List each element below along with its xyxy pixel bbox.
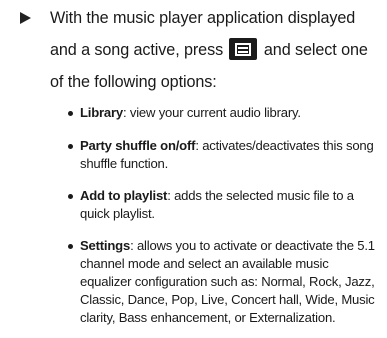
step-arrow-icon <box>20 12 31 24</box>
options-list: Library: view your current audio library… <box>68 104 380 327</box>
option-term: Add to playlist <box>80 188 168 203</box>
list-item-settings: Settings: allows you to activate or deac… <box>68 237 380 327</box>
option-term: Settings <box>80 238 131 253</box>
menu-key-icon <box>229 38 258 60</box>
option-desc: : view your current audio library. <box>123 105 301 120</box>
option-term: Party shuffle on/off <box>80 138 196 153</box>
option-term: Library <box>80 105 123 120</box>
list-item-library: Library: view your current audio library… <box>68 104 380 122</box>
list-item-add-to-playlist: Add to playlist: adds the selected music… <box>68 187 380 223</box>
list-item-party-shuffle: Party shuffle on/off: activates/deactiva… <box>68 137 380 173</box>
step-intro-text: With the music player application displa… <box>50 2 385 98</box>
